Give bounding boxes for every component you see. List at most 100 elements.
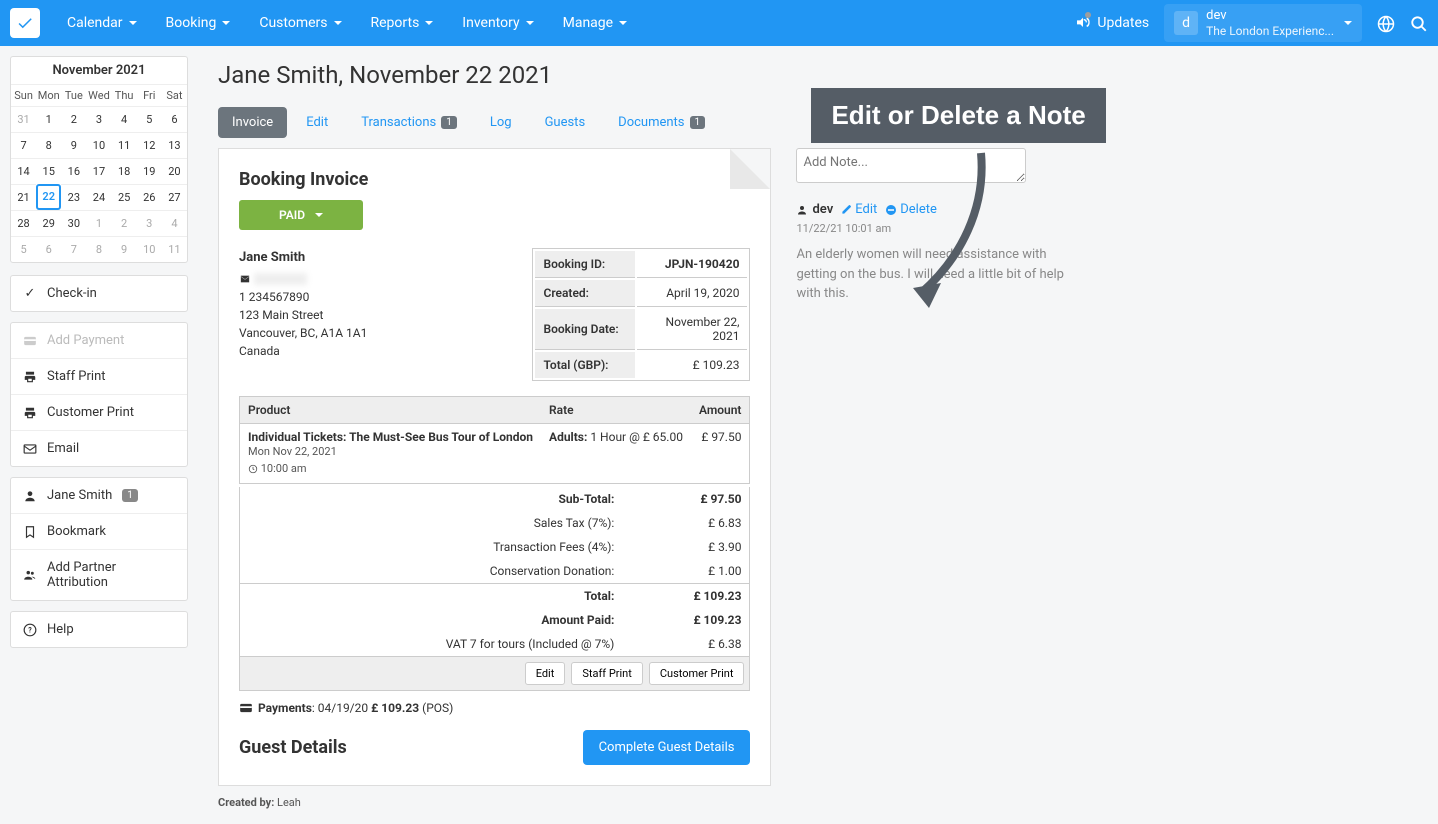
sidebar-customer[interactable]: Jane Smith1 [11,478,187,514]
tab-guests[interactable]: Guests [531,107,600,138]
user-avatar: d [1174,11,1198,35]
guest-details-title: Guest Details [239,737,347,758]
booking-meta-table: Booking ID:JPJN-190420 Created:April 19,… [532,248,750,381]
tab-badge: 1 [690,116,706,129]
calendar-dow: Tue [61,84,86,106]
calendar-day[interactable]: 14 [11,158,36,184]
page-fold-icon [730,149,770,189]
envelope-icon [23,442,37,456]
calendar-day[interactable]: 2 [112,210,137,236]
globe-icon[interactable] [1377,13,1395,33]
tab-invoice[interactable]: Invoice [218,107,287,138]
calendar-day[interactable]: 11 [112,132,137,158]
calendar-day[interactable]: 19 [137,158,162,184]
sidebar-staff-print[interactable]: Staff Print [11,359,187,395]
search-icon[interactable] [1410,13,1428,33]
calendar-day[interactable]: 3 [86,106,111,132]
totals-table: Sub-Total:£ 97.50 Sales Tax (7%):£ 6.83 … [239,487,750,657]
calendar-day[interactable]: 28 [11,210,36,236]
calendar-day[interactable]: 22 [36,184,61,210]
users-icon [23,568,37,582]
nav-inventory[interactable]: Inventory [450,7,545,39]
calendar-day[interactable]: 1 [36,106,61,132]
help-icon: ? [23,623,37,637]
calendar-day[interactable]: 9 [61,132,86,158]
nav-manage[interactable]: Manage [551,7,639,39]
calendar-day[interactable]: 29 [36,210,61,236]
calendar-day[interactable]: 9 [112,236,137,262]
sidebar-checkin[interactable]: ✓Check-in [11,276,187,311]
sidebar-bookmark[interactable]: Bookmark [11,514,187,550]
calendar-day[interactable]: 31 [11,106,36,132]
calendar-day[interactable]: 11 [162,236,187,262]
calendar-day[interactable]: 12 [137,132,162,158]
sidebar-email[interactable]: Email [11,431,187,466]
calendar-day[interactable]: 16 [61,158,86,184]
nav-reports[interactable]: Reports [359,7,446,39]
calendar-day[interactable]: 23 [61,184,86,210]
nav-booking[interactable]: Booking [154,7,243,39]
logo[interactable] [10,8,40,38]
calendar-day[interactable]: 5 [11,236,36,262]
complete-guest-details-button[interactable]: Complete Guest Details [583,730,751,765]
calendar-day[interactable]: 5 [137,106,162,132]
caret-icon [619,21,627,25]
calendar-day[interactable]: 2 [61,106,86,132]
annotation-callout: Edit or Delete a Note [811,88,1105,143]
calendar-day[interactable]: 10 [86,132,111,158]
nav-customers[interactable]: Customers [247,7,353,39]
calendar-day[interactable]: 27 [162,184,187,210]
calendar-day[interactable]: 24 [86,184,111,210]
user-org: The London Experienc... [1206,24,1334,38]
user-icon [796,204,808,216]
calendar-day[interactable]: 18 [112,158,137,184]
updates-button[interactable]: Updates [1075,15,1149,31]
calendar-day[interactable]: 20 [162,158,187,184]
tab-documents[interactable]: Documents1 [604,107,719,138]
calendar-day[interactable]: 4 [162,210,187,236]
calendar-day[interactable]: 15 [36,158,61,184]
calendar-day[interactable]: 8 [36,132,61,158]
invoice-customer-print-button[interactable]: Customer Print [649,662,745,685]
calendar-day[interactable]: 25 [112,184,137,210]
calendar-day[interactable]: 4 [112,106,137,132]
print-icon [23,370,37,384]
payments-line: Payments: 04/19/20 £ 109.23 (POS) [239,701,750,715]
sidebar-partner[interactable]: Add Partner Attribution [11,550,187,600]
caret-icon [129,21,137,25]
caret-icon [425,21,433,25]
user-menu[interactable]: d dev The London Experienc... [1164,4,1362,42]
minus-circle-icon [885,204,897,216]
calendar-day[interactable]: 30 [61,210,86,236]
calendar-day[interactable]: 1 [86,210,111,236]
calendar-day[interactable]: 6 [162,106,187,132]
note-author: dev [796,202,833,217]
tab-transactions[interactable]: Transactions1 [347,107,471,138]
invoice-staff-print-button[interactable]: Staff Print [571,662,643,685]
note-edit-link[interactable]: Edit [841,202,877,217]
tab-log[interactable]: Log [476,107,526,138]
invoice-title: Booking Invoice [239,169,750,190]
card-icon [23,334,37,348]
calendar-day[interactable]: 26 [137,184,162,210]
paid-status-button[interactable]: PAID [239,200,363,230]
tab-edit[interactable]: Edit [292,107,342,138]
calendar-day[interactable]: 3 [137,210,162,236]
tab-badge: 1 [441,116,457,129]
nav-calendar[interactable]: Calendar [55,7,149,39]
calendar-day[interactable]: 7 [61,236,86,262]
created-by: Created by: Leah [218,796,771,809]
calendar-day[interactable]: 13 [162,132,187,158]
sidebar-customer-print[interactable]: Customer Print [11,395,187,431]
calendar-day[interactable]: 17 [86,158,111,184]
sidebar-help[interactable]: ?Help [11,612,187,647]
calendar-day[interactable]: 21 [11,184,36,210]
calendar-dow: Fri [137,84,162,106]
calendar-day[interactable]: 10 [137,236,162,262]
user-icon [23,489,37,503]
invoice-edit-button[interactable]: Edit [525,662,566,685]
calendar-day[interactable]: 6 [36,236,61,262]
calendar-day[interactable]: 8 [86,236,111,262]
calendar-day[interactable]: 7 [11,132,36,158]
check-icon: ✓ [23,286,37,301]
